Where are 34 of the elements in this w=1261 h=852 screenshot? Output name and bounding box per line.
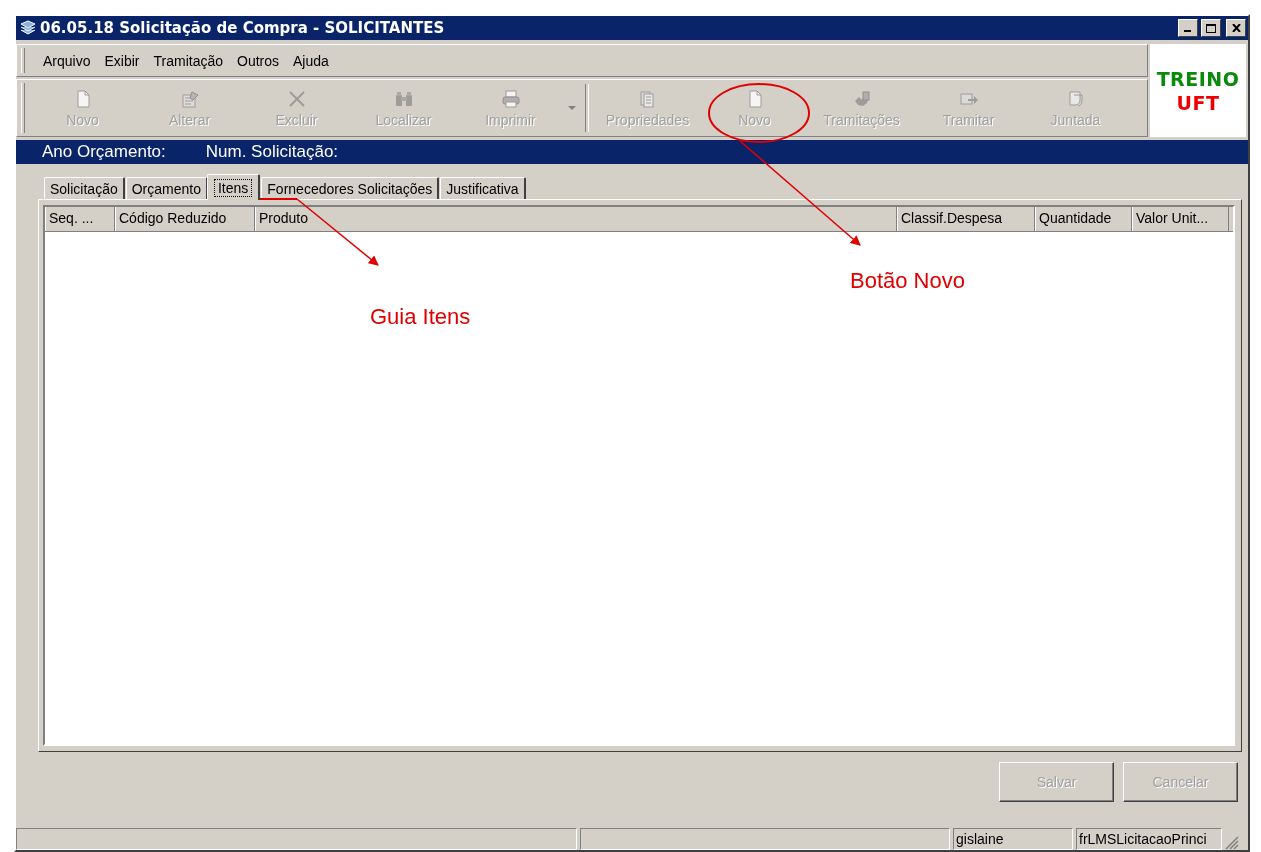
status-panel: gislaine (953, 828, 1073, 850)
close-icon (1231, 24, 1241, 32)
column-header[interactable]: Quantidade (1035, 207, 1132, 231)
info-label: Ano Orçamento: (42, 142, 166, 162)
logo: TREINO UFT (1150, 44, 1246, 137)
menu-item[interactable]: Tramitação (147, 52, 231, 69)
minimize-button[interactable] (1178, 19, 1198, 37)
menu-item[interactable]: Outros (231, 52, 287, 69)
close-button[interactable] (1226, 19, 1246, 37)
column-header[interactable]: Seq. ... (45, 207, 115, 231)
tab[interactable]: Itens (206, 174, 261, 200)
menu-item[interactable]: Exibir (98, 52, 148, 69)
maximize-button[interactable] (1201, 19, 1221, 37)
maximize-icon (1206, 23, 1216, 33)
resize-grip-icon[interactable] (1225, 836, 1239, 850)
menu-item[interactable]: Ajuda (287, 52, 337, 69)
app-stack-icon (19, 20, 37, 36)
tab[interactable]: Orçamento (125, 177, 208, 200)
tab[interactable]: Fornecedores Solicitações (261, 177, 440, 200)
menu-item[interactable]: Arquivo (37, 52, 99, 69)
tab[interactable]: Solicitação (44, 177, 125, 200)
tab[interactable]: Justificativa (440, 177, 526, 200)
column-header[interactable]: Produto (255, 207, 897, 231)
window-title: 06.05.18 Solicitação de Compra - SOLICITANTES (40, 19, 446, 37)
column-header[interactable]: Classif.Despesa (897, 207, 1035, 231)
annotation-label: Botão Novo (850, 268, 965, 294)
column-header[interactable]: Valor Unit... (1132, 207, 1229, 231)
toolbar-icon (500, 88, 521, 109)
toolbar-icon (286, 88, 307, 109)
info-label: Num. Solicitação: (205, 142, 339, 162)
status-panel: frLMSLicitacaoPrinci (1076, 828, 1222, 850)
toolbar-icon (179, 88, 200, 109)
annotation-label: Guia Itens (370, 304, 471, 330)
column-header[interactable]: Código Reduzido (115, 207, 255, 231)
